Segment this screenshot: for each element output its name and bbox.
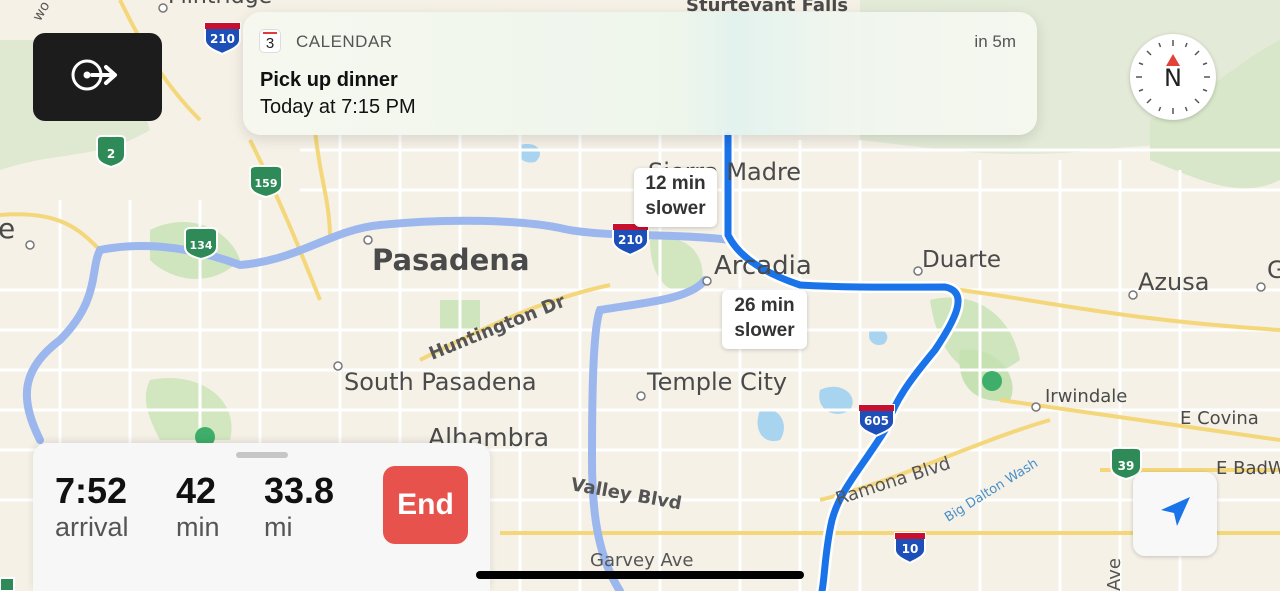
shield-label: 210 — [210, 32, 235, 46]
callout-line1: 12 min — [645, 173, 706, 194]
duration-stat: 42 min — [176, 471, 220, 543]
city-label-e-badw: E BadW — [1216, 458, 1280, 479]
shield-ca2: 2 — [96, 134, 126, 169]
arrival-time: 7:52 — [55, 470, 128, 511]
trip-summary-card[interactable]: 7:52 arrival 42 min 33.8 mi End — [33, 443, 490, 591]
city-label-south-pasadena: South Pasadena — [344, 368, 537, 396]
shield-label: 159 — [255, 177, 278, 190]
city-label-e-covina: E Covina — [1180, 408, 1259, 429]
city-label-duarte: Duarte — [922, 247, 1001, 273]
home-indicator[interactable] — [476, 571, 804, 579]
duration-unit: min — [176, 512, 220, 542]
callout-line1: 26 min — [734, 295, 795, 316]
compass-button[interactable]: N — [1130, 34, 1216, 120]
end-route-button[interactable]: End — [383, 466, 468, 544]
notification-title: Pick up dinner — [260, 69, 398, 91]
road-label-garvey: Garvey Ave — [590, 550, 693, 571]
location-arrow-icon — [1155, 492, 1195, 537]
arrival-label: arrival — [55, 512, 129, 542]
current-location-button[interactable] — [1133, 472, 1217, 556]
duration-value: 42 — [176, 470, 217, 511]
compass-label: N — [1164, 64, 1182, 92]
shield-ca134: 134 — [184, 226, 218, 261]
city-label-e: e — [0, 212, 15, 245]
distance-stat: 33.8 mi — [264, 471, 334, 543]
shield-label: 2 — [107, 147, 115, 161]
city-label-g: G — [1267, 256, 1280, 284]
notification-body: Today at 7:15 PM — [260, 96, 416, 118]
notification-app-name: CALENDAR — [296, 32, 393, 51]
city-label-pasadena: Pasadena — [372, 243, 530, 277]
drag-handle[interactable] — [236, 452, 288, 458]
shield-label: 10 — [902, 542, 919, 556]
shield-label: 134 — [190, 239, 213, 252]
shield-label: 605 — [864, 414, 889, 428]
exit-navigation-icon — [70, 55, 126, 100]
route-callout-12-min[interactable]: 12 min slower — [634, 168, 717, 227]
shield-label: 210 — [618, 233, 643, 247]
shield-partial-left — [0, 577, 15, 591]
city-label-flintridge: Flintridge — [168, 0, 272, 9]
notification-time: in 5m — [974, 32, 1016, 51]
road-label-ave: Ave — [1104, 558, 1125, 591]
calendar-notification[interactable]: 3 CALENDAR in 5m Pick up dinner Today at… — [243, 12, 1037, 135]
calendar-icon-day: 3 — [265, 35, 275, 52]
callout-line2: slower — [734, 320, 795, 341]
arrival-stat: 7:52 arrival — [55, 471, 129, 543]
shield-ca159: 159 — [249, 164, 283, 199]
calendar-app-icon: 3 — [259, 29, 281, 53]
distance-value: 33.8 — [264, 470, 335, 511]
city-label-azusa: Azusa — [1138, 268, 1209, 296]
city-label-temple-city: Temple City — [646, 368, 787, 396]
callout-line2: slower — [645, 198, 706, 219]
city-label-irwindale: Irwindale — [1045, 386, 1127, 407]
route-callout-26-min[interactable]: 26 min slower — [722, 290, 807, 349]
shield-label: 39 — [1118, 459, 1135, 473]
city-label-arcadia: Arcadia — [714, 251, 812, 281]
exit-navigation-button[interactable] — [33, 33, 162, 121]
distance-unit: mi — [264, 512, 293, 542]
